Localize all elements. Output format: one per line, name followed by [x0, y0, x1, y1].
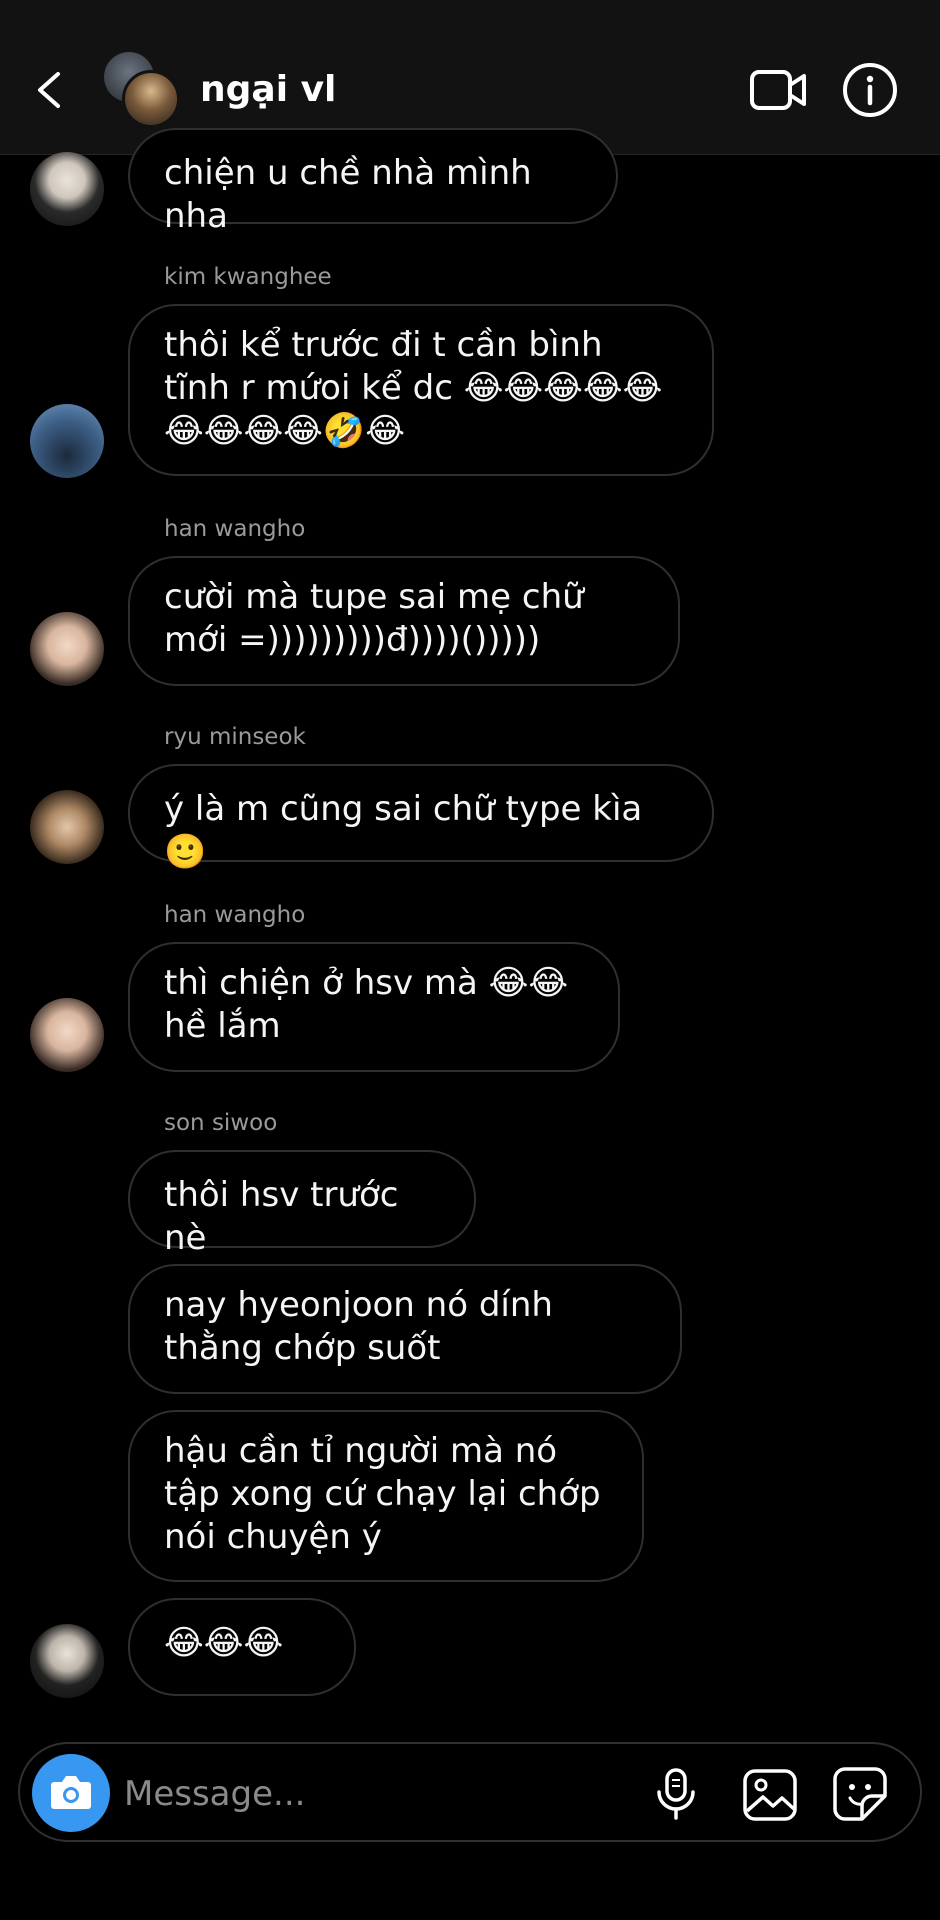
message-composer	[18, 1742, 922, 1842]
video-camera-icon	[750, 70, 806, 110]
sender-avatar[interactable]	[30, 152, 104, 226]
video-call-button[interactable]	[748, 62, 808, 118]
image-icon	[743, 1769, 797, 1821]
message-bubble[interactable]: ý là m cũng sai chữ type kìa 🙂	[128, 764, 714, 872]
message-bubble[interactable]: thì chiện ở hsv mà 😂😂 hề lắm	[128, 942, 620, 1072]
group-avatar-front	[122, 70, 180, 128]
message-bubble[interactable]: hậu cần tỉ người mà nó tập xong cứ chạy …	[128, 1410, 644, 1582]
info-button[interactable]	[840, 60, 900, 120]
gallery-button[interactable]	[742, 1768, 798, 1822]
message-bubble[interactable]: thôi hsv trước nè	[128, 1150, 476, 1258]
camera-button[interactable]	[32, 1754, 110, 1832]
sender-avatar[interactable]	[30, 1624, 104, 1698]
sender-avatar[interactable]	[30, 790, 104, 864]
sender-name: ryu minseok	[164, 724, 306, 750]
sender-avatar[interactable]	[30, 612, 104, 686]
message-bubble[interactable]: thôi kể trước đi t cần bình tĩnh r mứoi …	[128, 304, 714, 476]
microphone-icon	[657, 1768, 695, 1820]
sender-avatar[interactable]	[30, 998, 104, 1072]
message-input[interactable]	[124, 1766, 624, 1822]
sticker-icon	[833, 1767, 887, 1821]
sender-name: han wangho	[164, 516, 306, 542]
sender-name: son siwoo	[164, 1110, 278, 1136]
sender-avatar[interactable]	[30, 404, 104, 478]
sticker-button[interactable]	[832, 1766, 888, 1822]
back-button[interactable]	[30, 62, 70, 118]
sender-name: kim kwanghee	[164, 264, 332, 290]
message-bubble[interactable]: 😂😂😂	[128, 1598, 356, 1696]
info-icon	[843, 63, 897, 117]
microphone-button[interactable]	[654, 1766, 698, 1822]
message-bubble[interactable]: cười mà tupe sai mẹ chữ mới =)))))))))đ)…	[128, 556, 680, 686]
camera-icon	[51, 1776, 91, 1809]
message-bubble[interactable]: chiện u chề nhà mình nha	[128, 128, 618, 236]
chevron-left-icon	[38, 72, 60, 108]
group-avatar[interactable]	[104, 52, 180, 128]
sender-name: han wangho	[164, 902, 306, 928]
message-bubble[interactable]: nay hyeonjoon nó dính thằng chớp suốt	[128, 1264, 682, 1394]
chat-title[interactable]: ngại vl	[200, 62, 336, 118]
